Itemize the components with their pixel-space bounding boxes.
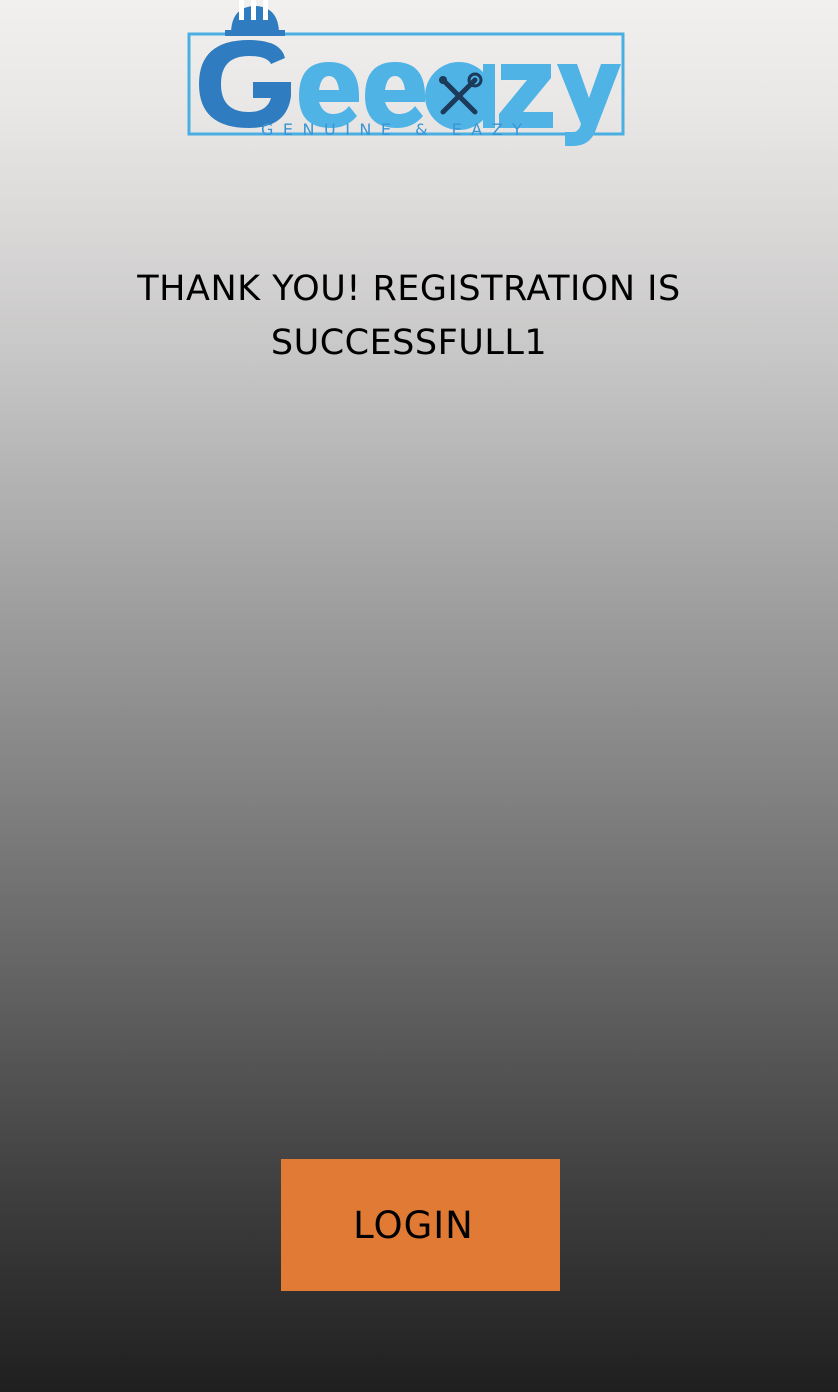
login-button-label: LOGIN: [353, 1203, 474, 1247]
geeazy-logo: GENUINE & EAZY: [187, 0, 627, 146]
login-button[interactable]: LOGIN: [281, 1159, 560, 1291]
registration-success-message: THANK YOU! REGISTRATION IS SUCCESSFULL1: [137, 269, 681, 363]
registration-success-screen: GENUINE & EAZY THANK YOU! REGISTRATION I…: [0, 0, 838, 1392]
hard-hat-icon: [225, 0, 285, 36]
logo-tagline: GENUINE & EAZY: [261, 120, 532, 139]
